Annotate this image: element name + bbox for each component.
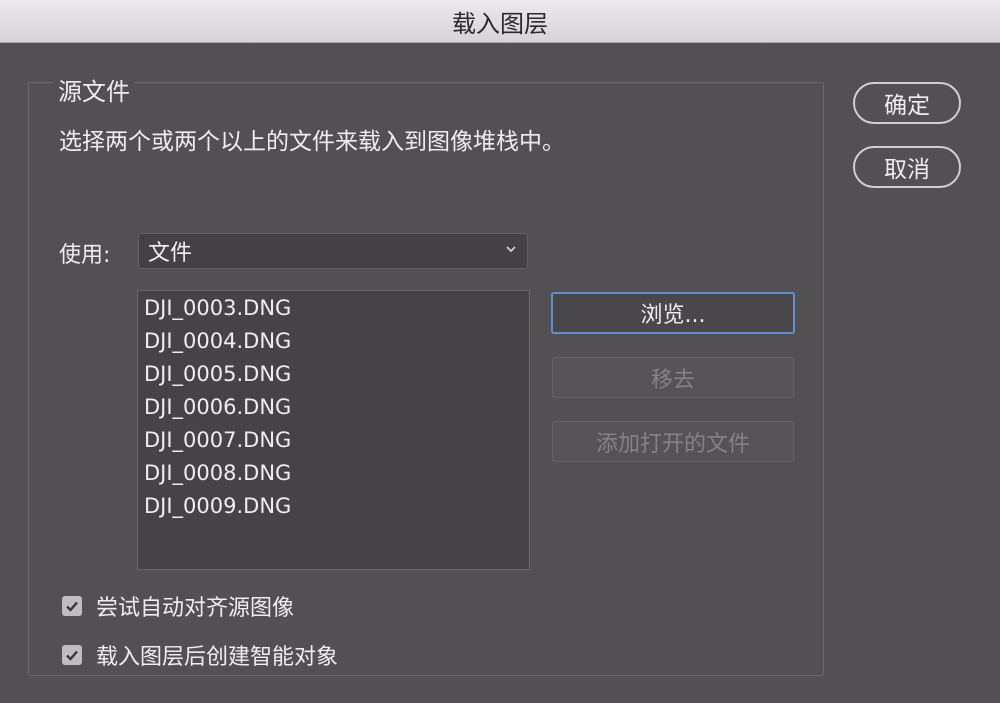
file-list-item[interactable]: DJI_0004.DNG: [144, 328, 291, 354]
instruction-text: 选择两个或两个以上的文件来载入到图像堆栈中。: [59, 129, 565, 155]
file-list-item[interactable]: DJI_0008.DNG: [144, 460, 291, 486]
smart-object-label: 载入图层后创建智能对象: [96, 645, 339, 670]
file-list-item[interactable]: DJI_0007.DNG: [144, 427, 291, 453]
smart-object-checkbox[interactable]: [62, 645, 82, 665]
use-label: 使用:: [59, 243, 111, 268]
auto-align-label: 尝试自动对齐源图像: [96, 596, 295, 621]
remove-button[interactable]: 移去: [552, 357, 794, 398]
file-list[interactable]: DJI_0003.DNG DJI_0004.DNG DJI_0005.DNG D…: [137, 290, 530, 570]
add-open-files-button[interactable]: 添加打开的文件: [552, 421, 794, 462]
checkmark-icon: [66, 601, 78, 612]
auto-align-checkbox[interactable]: [62, 596, 82, 616]
smart-object-option[interactable]: 载入图层后创建智能对象: [62, 639, 338, 671]
auto-align-option[interactable]: 尝试自动对齐源图像: [62, 590, 294, 622]
file-list-item[interactable]: DJI_0005.DNG: [144, 361, 291, 387]
file-list-item[interactable]: DJI_0009.DNG: [144, 493, 291, 519]
use-select-value: 文件: [148, 241, 193, 266]
checkmark-icon: [66, 650, 78, 661]
ok-button[interactable]: 确定: [853, 82, 961, 124]
chevron-down-icon: [506, 246, 516, 253]
title-bar: 载入图层: [0, 0, 1000, 43]
cancel-button[interactable]: 取消: [853, 146, 961, 188]
file-list-item[interactable]: DJI_0006.DNG: [144, 394, 291, 420]
group-legend: 源文件: [54, 72, 134, 107]
use-select[interactable]: 文件: [138, 233, 528, 269]
file-list-item[interactable]: DJI_0003.DNG: [144, 295, 291, 321]
browse-button[interactable]: 浏览...: [551, 292, 795, 334]
window-title: 载入图层: [452, 9, 548, 38]
